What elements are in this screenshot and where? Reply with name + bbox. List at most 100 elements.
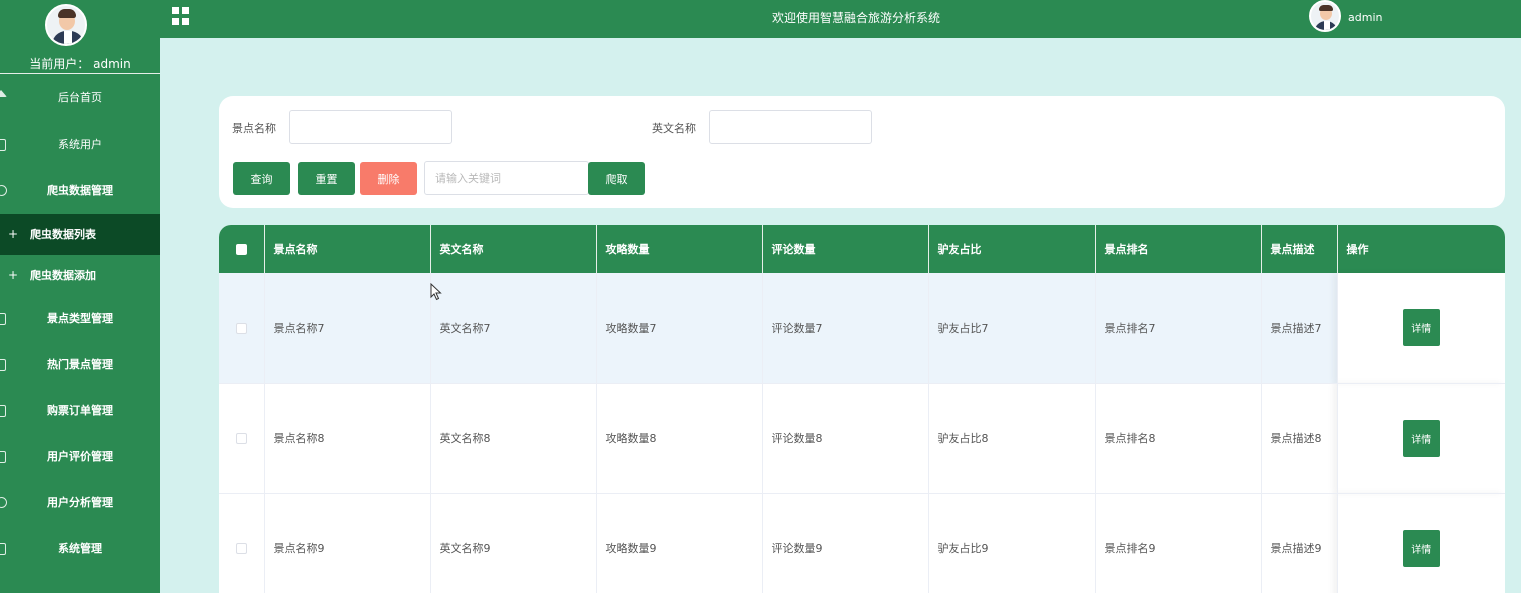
sidebar-item-label: 系统用户 — [58, 138, 102, 151]
table-cell: 评论数量8 — [762, 383, 929, 493]
row-select-cell — [219, 273, 265, 383]
table-row[interactable]: 景点名称8 英文名称8 攻略数量8 评论数量8 驴友占比8 景点排名8 景点描述… — [219, 383, 1505, 493]
row-select-cell — [219, 493, 265, 593]
row-checkbox[interactable] — [235, 433, 247, 444]
action-cell: 详情 — [1337, 273, 1505, 383]
table-row[interactable]: 景点名称9 英文名称9 攻略数量9 评论数量9 驴友占比9 景点排名9 景点描述… — [219, 493, 1505, 593]
crawl-button[interactable]: 爬取 — [588, 162, 645, 195]
sidebar-item-crawler-add[interactable]: + 爬虫数据添加 — [0, 255, 160, 296]
chart-icon — [0, 497, 7, 508]
table-cell: 景点描述9 — [1261, 493, 1338, 593]
menu-grid-icon[interactable] — [172, 7, 190, 25]
spot-name-label: 景点名称 — [232, 122, 276, 135]
avatar — [45, 4, 87, 46]
english-name-input[interactable] — [709, 110, 872, 144]
sidebar-item-label: 景点类型管理 — [47, 312, 113, 325]
delete-button[interactable]: 删除 — [360, 162, 417, 195]
column-header[interactable]: 评论数量 — [762, 225, 929, 273]
page-title: 欢迎使用智慧融合旅游分析系统 — [772, 11, 941, 25]
table-cell: 评论数量9 — [762, 493, 929, 593]
reset-button[interactable]: 重置 — [298, 162, 355, 195]
search-panel: 景点名称 英文名称 查询 重置 删除 爬取 — [219, 96, 1505, 208]
table-cell: 攻略数量7 — [596, 273, 763, 383]
table-cell: 景点名称8 — [264, 383, 431, 493]
select-all-checkbox[interactable] — [235, 244, 247, 255]
home-icon — [0, 90, 7, 97]
table-cell: 驴友占比8 — [928, 383, 1096, 493]
table-cell: 景点排名9 — [1095, 493, 1262, 593]
sidebar-item-label: 用户分析管理 — [47, 496, 113, 509]
table-cell: 景点名称7 — [264, 273, 431, 383]
column-header[interactable]: 英文名称 — [430, 225, 597, 273]
sidebar-item-reviews[interactable]: 用户评价管理 — [0, 434, 160, 480]
action-cell: 详情 — [1337, 493, 1505, 593]
sidebar-item-label: 用户评价管理 — [47, 450, 113, 463]
table-cell: 英文名称9 — [430, 493, 597, 593]
data-icon — [0, 185, 7, 196]
doc-icon — [0, 451, 6, 463]
column-header[interactable]: 攻略数量 — [596, 225, 763, 273]
spot-name-input[interactable] — [289, 110, 452, 144]
gear-icon — [0, 543, 6, 555]
table-cell: 英文名称7 — [430, 273, 597, 383]
table-cell: 攻略数量8 — [596, 383, 763, 493]
sidebar: 当前用户： admin 后台首页 系统用户 爬虫数据管理 + 爬虫数据列表 + … — [0, 0, 160, 593]
table-cell: 景点描述8 — [1261, 383, 1338, 493]
sidebar-item-home[interactable]: 后台首页 — [0, 74, 160, 122]
header-username[interactable]: admin — [1348, 11, 1382, 24]
action-cell: 详情 — [1337, 383, 1505, 493]
keyword-input[interactable] — [424, 161, 589, 195]
sidebar-item-crawler-list[interactable]: + 爬虫数据列表 — [0, 214, 160, 255]
shield-icon — [0, 359, 6, 371]
row-checkbox[interactable] — [235, 543, 247, 554]
column-header[interactable]: 驴友占比 — [928, 225, 1096, 273]
table-cell: 驴友占比7 — [928, 273, 1096, 383]
table-cell: 攻略数量9 — [596, 493, 763, 593]
table-cell: 景点排名8 — [1095, 383, 1262, 493]
sidebar-item-hot-spots[interactable]: 热门景点管理 — [0, 342, 160, 388]
table-cell: 景点描述7 — [1261, 273, 1338, 383]
detail-button[interactable]: 详情 — [1402, 419, 1440, 457]
row-select-cell — [219, 383, 265, 493]
detail-button[interactable]: 详情 — [1402, 529, 1440, 567]
user-icon — [0, 139, 6, 151]
detail-button[interactable]: 详情 — [1402, 309, 1440, 347]
sidebar-item-label: 爬虫数据列表 — [30, 228, 96, 241]
data-table: 景点名称 英文名称 攻略数量 评论数量 驴友占比 景点排名 景点描述 操作 景点… — [219, 225, 1505, 593]
table-cell: 英文名称8 — [430, 383, 597, 493]
column-header: 操作 — [1346, 243, 1369, 256]
column-header[interactable]: 景点描述 — [1261, 225, 1338, 273]
sidebar-item-spot-types[interactable]: 景点类型管理 — [0, 296, 160, 342]
sidebar-item-ticket-orders[interactable]: 购票订单管理 — [0, 388, 160, 434]
mouse-cursor-icon — [430, 283, 442, 301]
sidebar-item-label: 后台首页 — [58, 91, 102, 104]
plus-icon: + — [8, 268, 19, 282]
table-cell: 评论数量7 — [762, 273, 929, 383]
doc-icon — [0, 313, 6, 325]
current-user-label: 当前用户： admin — [29, 57, 131, 71]
avatar[interactable] — [1309, 0, 1341, 32]
table-header-row: 景点名称 英文名称 攻略数量 评论数量 驴友占比 景点排名 景点描述 操作 — [219, 225, 1505, 273]
english-name-label: 英文名称 — [652, 122, 696, 135]
sidebar-item-system[interactable]: 系统管理 — [0, 526, 160, 572]
plus-icon: + — [8, 227, 19, 241]
sidebar-item-label: 爬虫数据管理 — [47, 184, 113, 197]
query-button[interactable]: 查询 — [233, 162, 290, 195]
column-header[interactable]: 景点名称 — [264, 225, 431, 273]
table-row[interactable]: 景点名称7 英文名称7 攻略数量7 评论数量7 驴友占比7 景点排名7 景点描述… — [219, 273, 1505, 383]
sidebar-item-label: 热门景点管理 — [47, 358, 113, 371]
sidebar-item-label: 爬虫数据添加 — [30, 269, 96, 282]
row-checkbox[interactable] — [235, 322, 247, 334]
table-cell: 景点名称9 — [264, 493, 431, 593]
sidebar-item-user-analysis[interactable]: 用户分析管理 — [0, 480, 160, 526]
sidebar-item-crawler-data[interactable]: 爬虫数据管理 — [0, 168, 160, 214]
sidebar-item-label: 购票订单管理 — [47, 404, 113, 417]
top-header: 欢迎使用智慧融合旅游分析系统 admin — [160, 0, 1521, 38]
sidebar-item-label: 系统管理 — [58, 542, 102, 555]
sidebar-item-users[interactable]: 系统用户 — [0, 122, 160, 168]
select-all-cell — [219, 225, 265, 273]
table-cell: 驴友占比9 — [928, 493, 1096, 593]
sidebar-user-panel: 当前用户： admin — [0, 0, 160, 74]
column-header[interactable]: 景点排名 — [1095, 225, 1262, 273]
doc-icon — [0, 405, 6, 417]
